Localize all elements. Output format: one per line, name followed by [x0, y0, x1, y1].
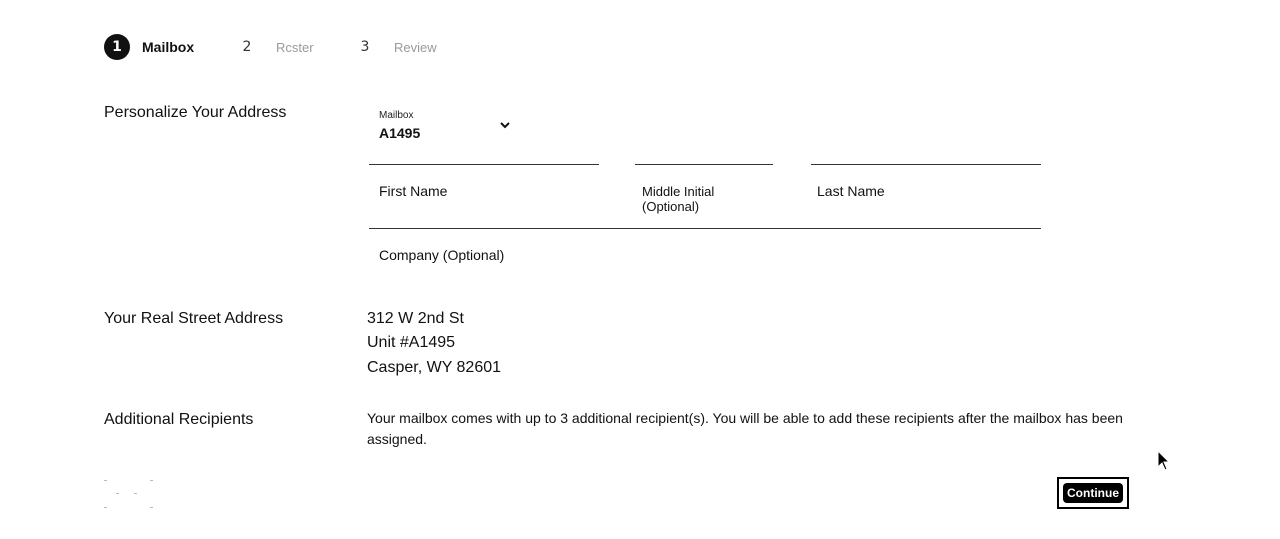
mailbox-select-value: A1495	[379, 125, 421, 141]
step-number: 1	[104, 34, 130, 60]
divider	[635, 164, 773, 165]
last-name-field[interactable]: Last Name	[817, 183, 1037, 219]
step-label: Mailbox	[142, 39, 195, 55]
continue-button-label: Continue	[1063, 483, 1123, 503]
divider	[811, 164, 1041, 165]
chevron-down-icon	[500, 122, 510, 129]
address-line-2: Unit #A1495	[367, 334, 456, 351]
first-name-field[interactable]: First Name	[379, 183, 609, 219]
mailbox-select[interactable]: Mailbox A1495	[379, 110, 519, 150]
address-line-1: 312 W 2nd St	[367, 310, 464, 327]
company-label: Company (Optional)	[379, 247, 505, 263]
address-line-3: Casper, WY 82601	[367, 359, 502, 376]
continue-button[interactable]: Continue	[1057, 477, 1129, 509]
mailbox-select-caption: Mailbox	[379, 110, 414, 121]
back-link[interactable]	[104, 476, 156, 510]
street-address-section-label: Your Real Street Address	[104, 310, 284, 327]
personalize-section-label: Personalize Your Address	[104, 104, 287, 121]
divider	[369, 228, 1041, 229]
recipients-section-label: Additional Recipients	[104, 411, 254, 428]
recipients-description: Your mailbox comes with up to 3 addition…	[367, 410, 1123, 447]
divider	[369, 164, 599, 165]
step-number: 3	[360, 39, 370, 55]
middle-initial-label: Middle Initial	[642, 184, 715, 199]
last-name-label: Last Name	[817, 183, 885, 199]
step-label: Review	[394, 39, 437, 55]
middle-initial-field[interactable]: Middle Initial (Optional)	[642, 184, 782, 220]
step-mailbox[interactable]: 1 Mailbox	[104, 34, 194, 60]
middle-initial-optional-label: (Optional)	[642, 199, 700, 214]
step-roster[interactable]: 2 Rcster	[234, 34, 314, 60]
step-review[interactable]: 3 Review	[352, 34, 437, 60]
mouse-cursor-icon	[1157, 450, 1171, 471]
first-name-label: First Name	[379, 183, 448, 199]
company-field[interactable]: Company (Optional)	[379, 247, 1039, 283]
step-number: 2	[242, 39, 252, 55]
step-label: Rcster	[276, 39, 314, 55]
